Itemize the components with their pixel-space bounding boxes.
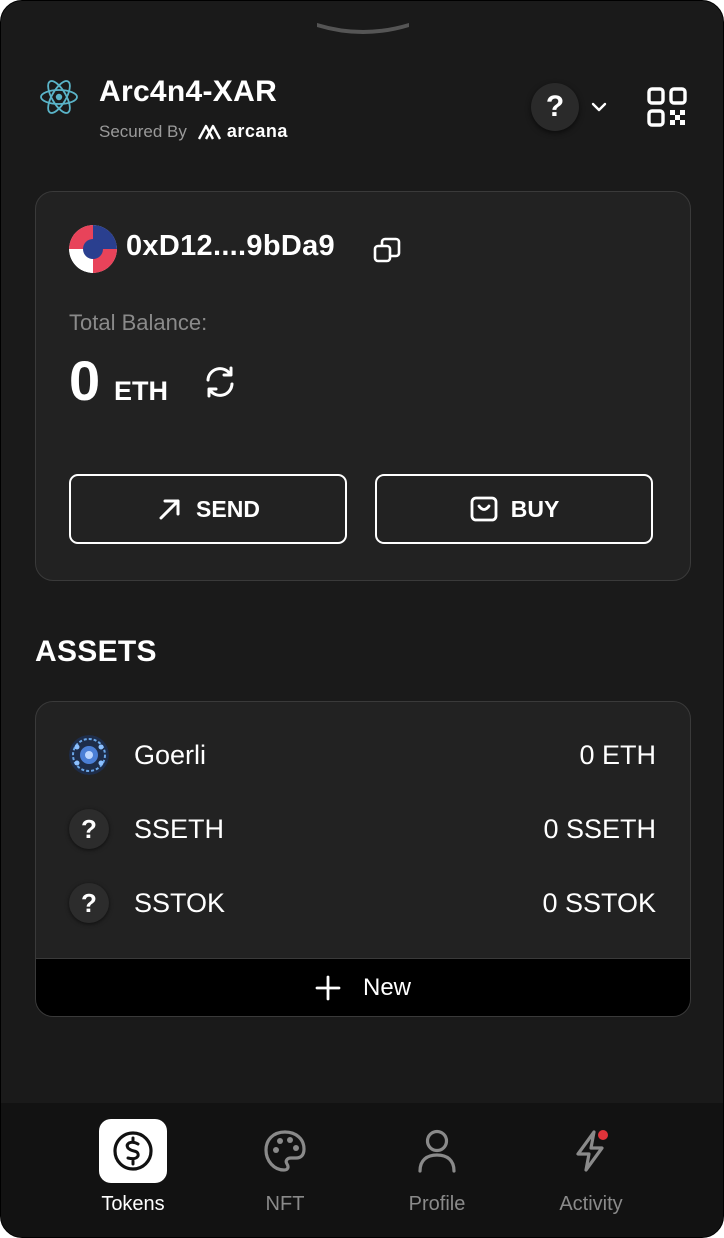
user-icon bbox=[418, 1129, 456, 1173]
nav-icon-wrap bbox=[403, 1119, 471, 1183]
wallet-address: 0xD12....9bDa9 bbox=[126, 230, 335, 262]
nav-tab-nft[interactable]: NFT bbox=[220, 1119, 350, 1229]
asset-amount: 0 SSTOK bbox=[542, 887, 656, 918]
add-new-token-button[interactable]: New bbox=[36, 958, 690, 1016]
arcana-brand: arcana bbox=[197, 121, 288, 142]
send-button-label: SEND bbox=[196, 495, 260, 522]
buy-button[interactable]: BUY bbox=[375, 474, 653, 544]
dollar-coin-icon bbox=[113, 1131, 153, 1171]
plus-icon bbox=[315, 975, 341, 1001]
asset-amount: 0 ETH bbox=[579, 739, 656, 770]
asset-row-sseth[interactable]: ? SSETH 0 SSETH bbox=[36, 804, 690, 854]
qr-code-icon[interactable] bbox=[645, 85, 689, 129]
arcana-brand-label: arcana bbox=[226, 121, 288, 141]
nav-icon-wrap bbox=[251, 1119, 319, 1183]
nav-tab-profile[interactable]: Profile bbox=[372, 1119, 502, 1229]
token-symbol: ? bbox=[81, 887, 97, 918]
nav-tab-activity[interactable]: Activity bbox=[526, 1119, 656, 1229]
refresh-icon[interactable] bbox=[202, 364, 238, 400]
send-button[interactable]: SEND bbox=[69, 474, 347, 544]
assets-heading: ASSETS bbox=[35, 635, 157, 668]
asset-row-goerli[interactable]: Goerli 0 ETH bbox=[36, 730, 690, 780]
network-selector-button[interactable]: ? bbox=[531, 83, 579, 131]
asset-name: SSETH bbox=[134, 813, 225, 844]
nav-label: Profile bbox=[408, 1193, 466, 1215]
shopping-bag-icon bbox=[470, 496, 498, 522]
wallet-card: 0xD12....9bDa9 Total Balance: 0 ETH SEND… bbox=[35, 191, 691, 581]
goerli-token-icon bbox=[69, 735, 109, 775]
asset-row-sstok[interactable]: ? SSTOK 0 SSTOK bbox=[36, 878, 690, 928]
palette-icon bbox=[264, 1130, 306, 1172]
balance-value: 0 bbox=[69, 349, 101, 412]
nav-label: Tokens bbox=[101, 1193, 165, 1215]
secured-by-label: Secured By bbox=[99, 121, 187, 141]
account-avatar[interactable] bbox=[69, 225, 117, 273]
copy-icon[interactable] bbox=[372, 236, 402, 266]
nav-label: Activity bbox=[559, 1193, 623, 1215]
chevron-down-icon[interactable] bbox=[589, 97, 609, 117]
network-symbol: ? bbox=[545, 90, 565, 123]
arrow-up-right-icon bbox=[159, 499, 180, 520]
assets-card: Goerli 0 ETH ? SSETH 0 SSETH ? SSTOK 0 S… bbox=[35, 701, 691, 1017]
token-symbol: ? bbox=[81, 813, 97, 844]
asset-amount: 0 SSETH bbox=[543, 813, 656, 844]
total-balance-label: Total Balance: bbox=[69, 310, 208, 335]
nav-icon-wrap bbox=[557, 1119, 625, 1183]
bottom-nav: Tokens NFT Profile Activity bbox=[1, 1103, 723, 1237]
notification-dot bbox=[598, 1130, 608, 1140]
secured-by-row: Secured By arcana bbox=[99, 121, 288, 142]
wallet-window: Arc4n4-XAR Secured By arcana ? 0xD12....… bbox=[0, 0, 724, 1238]
react-logo-icon bbox=[40, 80, 78, 114]
nav-label: NFT bbox=[265, 1193, 305, 1215]
add-new-token-label: New bbox=[362, 974, 411, 1001]
arcana-logo-icon bbox=[197, 124, 221, 140]
nav-tab-tokens[interactable]: Tokens bbox=[68, 1119, 198, 1229]
lightning-icon bbox=[576, 1130, 608, 1172]
unknown-token-icon: ? bbox=[69, 883, 109, 923]
nav-icon-wrap bbox=[99, 1119, 167, 1183]
unknown-token-icon: ? bbox=[69, 809, 109, 849]
drag-handle-icon[interactable] bbox=[313, 19, 413, 35]
balance-unit: ETH bbox=[114, 376, 168, 406]
asset-name: Goerli bbox=[134, 739, 207, 770]
asset-name: SSTOK bbox=[134, 887, 226, 918]
app-name: Arc4n4-XAR bbox=[99, 75, 278, 108]
buy-button-label: BUY bbox=[510, 495, 560, 522]
